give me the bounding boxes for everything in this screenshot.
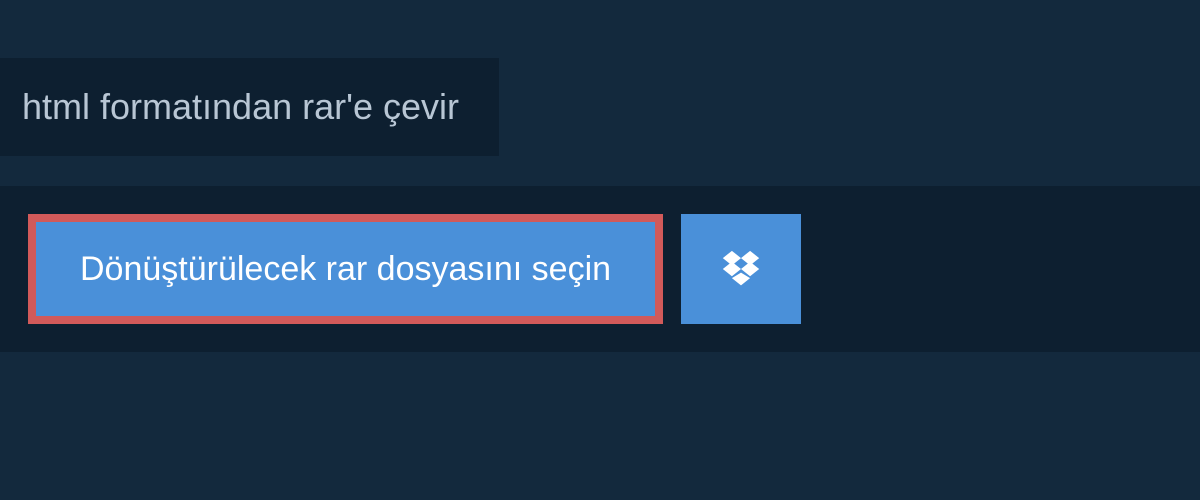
page-header: html formatından rar'e çevir <box>0 58 499 156</box>
dropbox-icon <box>719 249 763 289</box>
page-title: html formatından rar'e çevir <box>22 86 459 128</box>
upload-section: Dönüştürülecek rar dosyasını seçin <box>0 186 1200 352</box>
select-file-button[interactable]: Dönüştürülecek rar dosyasını seçin <box>28 214 663 324</box>
dropbox-button[interactable] <box>681 214 801 324</box>
select-file-label: Dönüştürülecek rar dosyasını seçin <box>80 252 611 286</box>
